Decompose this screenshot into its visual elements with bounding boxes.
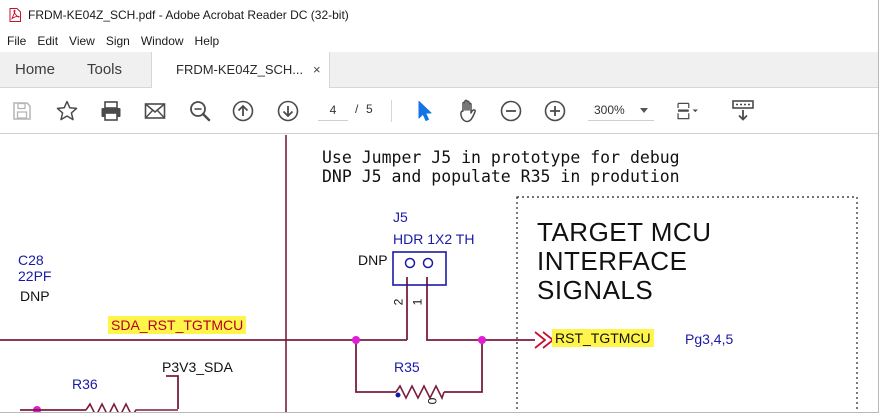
menu-sign[interactable]: Sign (100, 34, 135, 48)
box-title-line3: SIGNALS (537, 275, 654, 305)
bookmark-star-icon[interactable] (54, 98, 80, 124)
jumper-ref: J5 (393, 209, 408, 225)
page-down-icon[interactable] (275, 98, 301, 124)
page-fit-icon[interactable] (675, 98, 701, 124)
schematic-note-line2: DNP J5 and populate R35 in prodution (322, 167, 680, 186)
print-icon[interactable] (98, 98, 124, 124)
select-cursor-icon[interactable] (411, 98, 437, 124)
zoom-out-icon[interactable] (498, 98, 524, 124)
menu-window[interactable]: Window (135, 34, 189, 48)
schematic-note-line1: Use Jumper J5 in prototype for debug (322, 148, 680, 167)
menu-file[interactable]: File (0, 34, 31, 48)
net-label-sda-rst: SDA_RST_TGTMCU (108, 316, 247, 334)
zoom-in-icon[interactable] (542, 98, 568, 124)
jumper-type: HDR 1X2 TH (393, 231, 475, 247)
document-tab-label: FRDM-KE04Z_SCH... (176, 62, 304, 77)
zoom-value: 300% (594, 103, 625, 117)
net-label-rst-tgtmcu: RST_TGTMCU (552, 329, 654, 347)
page-number-input[interactable] (318, 99, 348, 121)
menu-help[interactable]: Help (189, 34, 225, 48)
menu-view[interactable]: View (63, 34, 100, 48)
menu-edit[interactable]: Edit (31, 34, 63, 48)
acrobat-pdf-icon (9, 8, 21, 22)
zoom-dropdown[interactable]: 300% (588, 99, 654, 121)
jumper-dnp: DNP (358, 252, 388, 268)
jumper-pin2: 2 (391, 298, 406, 306)
box-title-line1: TARGET MCU (537, 217, 712, 247)
keyboard-tools-icon[interactable] (730, 98, 756, 124)
chevron-down-icon (640, 108, 648, 113)
window-title: FRDM-KE04Z_SCH.pdf - Adobe Acrobat Reade… (28, 8, 349, 22)
capacitor-dnp: DNP (20, 288, 50, 304)
document-view[interactable]: Use Jumper J5 in prototype for debug DNP… (0, 135, 878, 412)
page-total: 5 (366, 102, 373, 116)
acrobat-window: FRDM-KE04Z_SCH.pdf - Adobe Acrobat Reade… (0, 0, 879, 413)
tab-home[interactable]: Home (15, 52, 55, 88)
page-up-icon[interactable] (230, 98, 256, 124)
resistor-r35-ref: R35 (394, 359, 420, 375)
capacitor-ref: C28 (18, 252, 44, 268)
toolbar: / 5 300% (0, 88, 878, 134)
hand-tool-icon[interactable] (455, 98, 481, 124)
page-separator: / (355, 102, 359, 116)
capacitor-value: 22PF (18, 268, 52, 284)
box-title-line2: INTERFACE (537, 246, 688, 276)
resistor-r36-ref: R36 (72, 376, 98, 392)
close-tab-icon[interactable]: × (313, 63, 321, 76)
tab-document[interactable]: FRDM-KE04Z_SCH... × (151, 52, 330, 89)
save-icon[interactable] (9, 98, 35, 124)
menu-bar: File Edit View Sign Window Help (0, 30, 878, 52)
tab-bar: Home Tools FRDM-KE04Z_SCH... × (0, 52, 878, 89)
jumper-pin1: 1 (410, 298, 425, 306)
power-net-label: P3V3_SDA (162, 359, 233, 375)
email-icon[interactable] (142, 98, 168, 124)
title-bar: FRDM-KE04Z_SCH.pdf - Adobe Acrobat Reade… (0, 0, 878, 30)
toolbar-divider (391, 100, 392, 122)
search-icon[interactable] (187, 98, 213, 124)
resistor-r35-value: 0 (425, 397, 440, 405)
page-reference: Pg3,4,5 (685, 331, 734, 347)
tab-tools[interactable]: Tools (87, 52, 122, 88)
